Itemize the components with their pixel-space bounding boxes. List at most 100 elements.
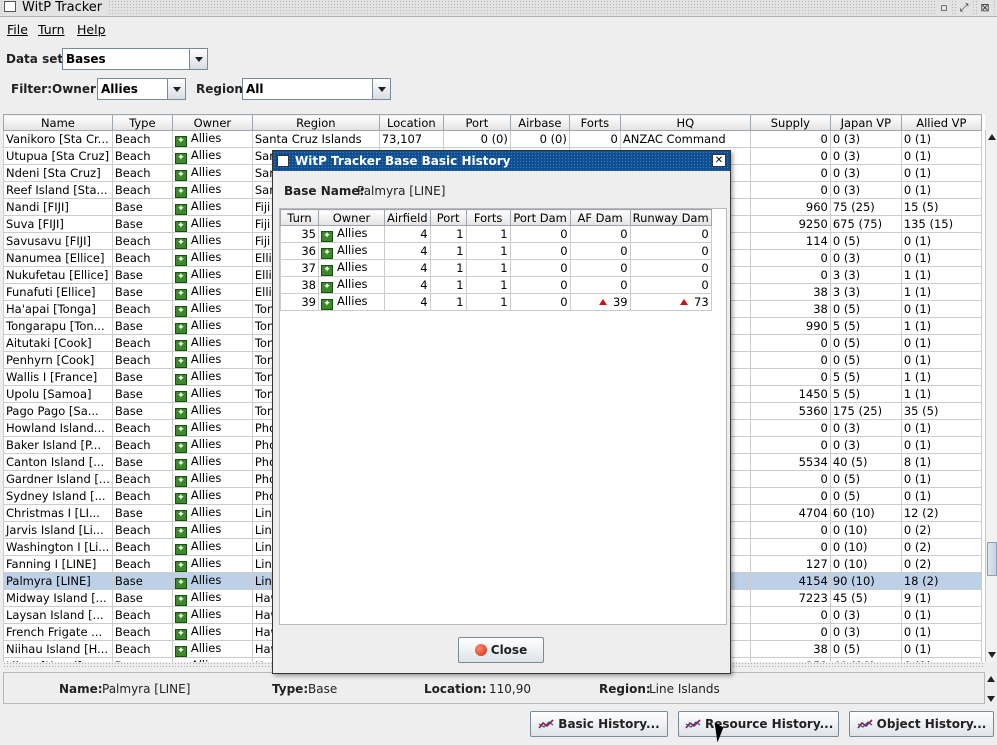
history-row[interactable]: 37 ✦ Allies 4 1 1 0 0 0 [280,259,712,277]
history-column-header[interactable]: Runway Dam [629,209,712,226]
menu-help[interactable]: Help [77,22,106,37]
info-scrollbar[interactable] [985,674,997,704]
history-cell: 4 [384,293,431,311]
dialog-titlebar[interactable]: WitP Tracker Base Basic History ✕ [273,151,730,171]
table-cell: ✦Allies [171,470,253,488]
column-header[interactable]: Airbase [509,114,570,131]
history-table[interactable]: Turn Owner Airfield Port Forts Port Dam AF Dam… [279,208,727,625]
cell-text: 3 (3) [832,285,861,299]
cell-text: 35 [301,227,316,241]
line-chart-icon [857,719,873,729]
column-header[interactable]: Forts [568,114,621,131]
scroll-up-icon[interactable] [988,134,996,140]
menu-file[interactable]: File [7,22,28,37]
cell-text: 38 [813,302,828,316]
history-column-header[interactable]: AF Dam [569,209,631,226]
minimize-icon[interactable]: ▫ [937,1,951,15]
cell-text: Beach [114,540,151,554]
table-cell: Beach [111,470,173,488]
cell-text: Vanikoro [Sta Cr... [6,132,109,146]
history-row[interactable]: 39 ✦ Allies 4 1 1 0 39 73 [280,293,712,311]
table-cell: 7223 [749,589,831,607]
cell-text: 4 [420,244,428,258]
table-cell: ✦Allies [171,164,253,182]
column-header[interactable]: Port [442,114,511,131]
table-cell: 0 [568,130,621,148]
table-cell: 0 (3) [829,249,902,267]
table-cell: ✦Allies [171,385,253,403]
table-cell: Beach [111,300,173,318]
chevron-down-icon[interactable] [372,79,390,99]
close-window-icon[interactable]: ⊠ [978,1,992,15]
history-column-header[interactable]: Owner [318,209,385,226]
cell-text: 1 [456,244,464,258]
allied-flag-icon: ✦ [174,646,187,657]
allied-flag-icon: ✦ [174,136,187,147]
dataset-combo[interactable]: Bases [62,48,208,70]
close-icon[interactable]: ✕ [712,154,726,167]
cell-text: Beach [114,251,151,265]
owner-combo[interactable]: Allies [97,78,186,100]
menu-turn[interactable]: Turn [38,22,65,37]
column-header[interactable]: Owner [171,114,253,131]
table-cell: ✦Allies [171,606,253,624]
table-cell: 1 (1) [900,283,982,301]
cell-text: 0 [820,438,828,452]
table-cell: Base [111,572,173,590]
table-cell: Beach [111,487,173,505]
region-combo[interactable]: All [242,78,391,100]
scroll-down-icon[interactable] [987,696,995,702]
cell-text: Base [114,506,143,520]
table-cell: 0 (5) [829,351,902,369]
table-cell: Santa Cruz Islands [251,130,380,148]
cell-text: Ha'apai [Tonga] [6,302,96,316]
history-cell: 0 [509,293,571,311]
column-header[interactable]: Allied VP [900,114,982,131]
column-header[interactable]: Location [378,114,444,131]
object-history-button[interactable]: Object History... [849,711,994,737]
cell-text: Base [114,319,143,333]
history-column-header[interactable]: Airfield [384,209,431,226]
cell-text: 0 (10) [832,540,868,554]
close-button[interactable]: Close [458,637,544,663]
allied-flag-icon: ✦ [321,299,333,310]
maximize-icon[interactable]: ⤢ [957,1,971,15]
table-cell: ✦Allies [171,283,253,301]
scroll-down-icon[interactable] [988,652,996,658]
history-column-header[interactable]: Forts [465,209,511,226]
column-header[interactable]: Region [251,114,380,131]
chevron-down-icon[interactable] [167,79,185,99]
basic-history-button[interactable]: Basic History... [530,711,668,737]
table-cell: 8 (1) [900,453,982,471]
column-header[interactable]: Supply [749,114,831,131]
table-cell: 0 (1) [900,623,982,641]
table-scrollbar[interactable] [985,130,997,662]
column-header[interactable]: HQ [619,114,751,131]
cell-text: 0 [820,540,828,554]
allied-flag-icon: ✦ [174,306,187,317]
table-cell: 5360 [749,402,831,420]
table-row[interactable]: Vanikoro [Sta Cr... Beach ✦ Allies Santa Cru… [3,130,982,148]
cell-text: Allies [190,607,222,622]
chevron-down-icon[interactable] [189,49,207,69]
cell-text: 0 (1) [903,353,932,367]
history-column-header[interactable]: Port Dam [509,209,571,226]
table-cell: Ha'apai [Tonga] [3,300,113,318]
table-cell: Base [111,504,173,522]
scroll-up-icon[interactable] [987,676,995,682]
resource-history-button[interactable]: Resource History... [678,711,839,737]
history-cell: 4 [384,276,431,294]
history-row[interactable]: 35 ✦ Allies 4 1 1 0 0 0 [280,225,712,243]
history-row[interactable]: 36 ✦ Allies 4 1 1 0 0 0 [280,242,712,260]
column-header[interactable]: Japan VP [829,114,902,131]
cell-text: 0 (1) [903,421,932,435]
history-column-header[interactable]: Port [429,209,467,226]
cell-text: 0 [560,295,568,309]
scroll-thumb[interactable] [987,542,997,576]
cell-text: 37 [301,261,316,275]
history-column-header[interactable]: Turn [280,209,319,226]
column-header[interactable]: Type [111,114,173,131]
table-cell: 4154 [749,572,831,590]
column-header[interactable]: Name [3,114,113,131]
history-row[interactable]: 38 ✦ Allies 4 1 1 0 0 0 [280,276,712,294]
